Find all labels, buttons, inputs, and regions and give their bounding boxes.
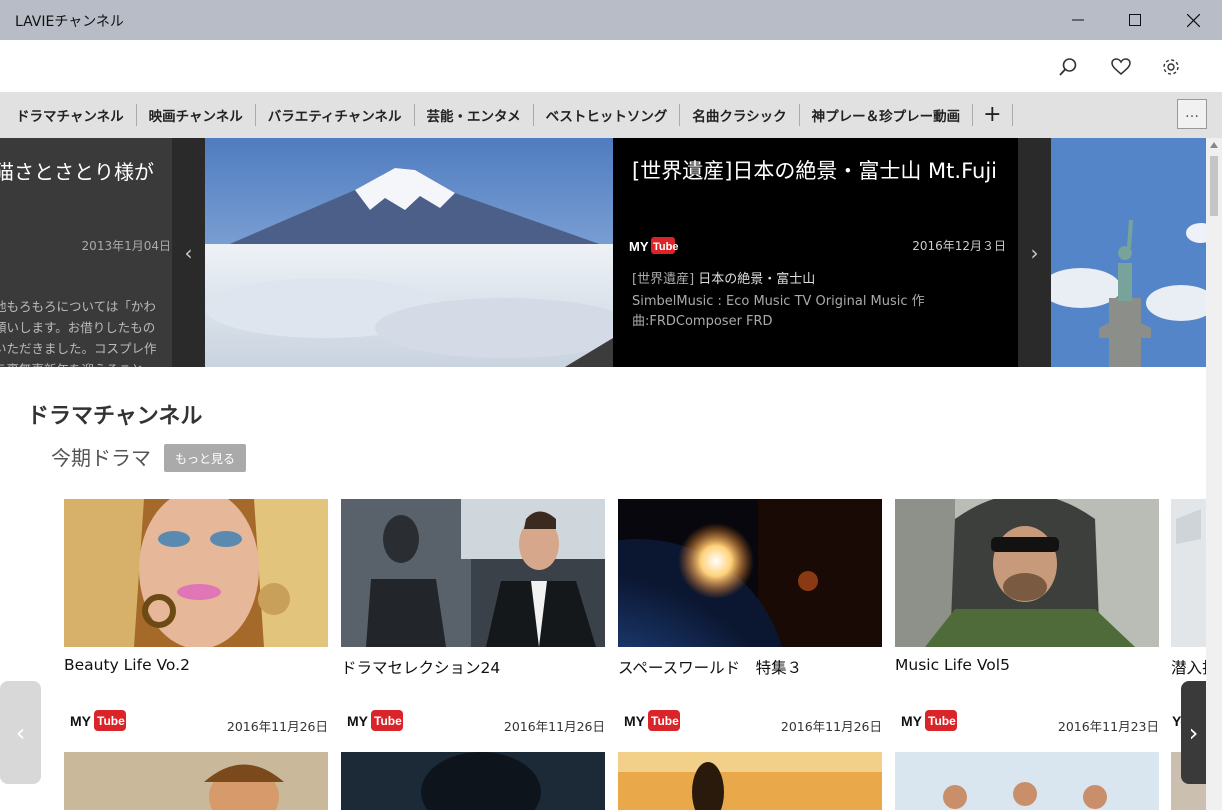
see-more-button[interactable]: もっと見る <box>164 444 246 472</box>
window-title: LAVIEチャンネル <box>15 14 124 30</box>
tab-drama[interactable]: ドラマチャンネル <box>4 105 136 125</box>
logo-text: MY <box>347 713 369 729</box>
tab-entertainment[interactable]: 芸能・エンタメ <box>415 105 533 125</box>
video-title: スペースワールド 特集３ <box>618 659 803 677</box>
featured-date: 2016年12月３日 <box>912 239 1006 253</box>
statue-of-liberty-image[interactable] <box>1051 138 1206 367</box>
add-tab-button[interactable]: + <box>973 104 1011 126</box>
logo-text: Tube <box>928 714 956 728</box>
logo-text: Tube <box>653 241 678 253</box>
mytube-logo: MY Tube <box>347 710 403 731</box>
carousel-item-title: 猫さとさとり様が <box>0 160 154 184</box>
featured-description: SimbelMusic : Eco Music TV Original Musi… <box>632 294 925 329</box>
tab-variety[interactable]: バラエティチャンネル <box>256 105 414 125</box>
logo-text: Tube <box>97 714 125 728</box>
scrollbar-thumb[interactable] <box>1210 156 1218 216</box>
logo-text: MY <box>629 239 649 254</box>
video-thumbnail[interactable] <box>64 752 328 810</box>
tab-row: ドラマチャンネル 映画チャンネル バラエティチャンネル 芸能・エンタメ ベストヒ… <box>4 92 1013 138</box>
mytube-logo: MY Tube <box>629 237 678 254</box>
chevron-right-icon: › <box>1030 240 1039 265</box>
video-date: 2016年11月23日 <box>1057 719 1159 734</box>
heart-icon <box>1111 58 1131 75</box>
mount-fuji-image[interactable] <box>205 138 613 367</box>
video-thumbnail[interactable] <box>341 752 605 810</box>
maximize-button[interactable] <box>1107 0 1163 40</box>
section-title: ドラマチャンネル <box>27 404 203 429</box>
row-prev-button[interactable]: ‹ <box>0 681 41 784</box>
description-line: ラ裏無事新年を迎えること- <box>0 359 174 367</box>
app-toolbar <box>0 40 1222 92</box>
row-next-button[interactable]: › <box>1181 681 1206 784</box>
mytube-logo: MY Tube <box>624 710 680 731</box>
carousel-prev-button[interactable]: ‹ <box>172 138 205 367</box>
chevron-left-icon: ‹ <box>184 240 193 265</box>
description-line: 他もろもろについては「かわ <box>0 299 156 314</box>
search-button[interactable] <box>1057 56 1079 78</box>
chevron-right-icon: › <box>1188 718 1199 747</box>
logo-text: MY <box>624 713 646 729</box>
logo-text: Tube <box>651 714 679 728</box>
video-thumbnail <box>1171 499 1206 647</box>
tab-classics[interactable]: 名曲クラシック <box>680 105 798 125</box>
logo-text: MY <box>901 713 923 729</box>
chevron-left-icon: ‹ <box>15 718 26 747</box>
video-thumbnail <box>341 499 605 647</box>
featured-video[interactable]: [世界遺産]日本の絶景・富士山 Mt.Fuji MY Tube 2016年12月… <box>613 138 1018 367</box>
video-card[interactable]: Beauty Life Vo.2 MY Tube 2016年11月26日 <box>64 499 328 739</box>
video-date: 2016年11月26日 <box>503 719 605 734</box>
scroll-up-icon[interactable] <box>1209 141 1219 149</box>
hero-carousel: 猫さとさとり様が 2013年1月04日 他もろもろについては「かわ 頼いします。… <box>0 138 1206 367</box>
description-line: 頼いします。お借りしたもの <box>0 320 156 335</box>
gear-icon <box>1163 59 1179 75</box>
search-icon <box>1059 58 1077 76</box>
featured-subtitle: [世界遺産] 日本の絶景・富士山 <box>632 270 952 290</box>
video-date: 2016年11月26日 <box>780 719 882 734</box>
vertical-scrollbar[interactable] <box>1206 138 1222 810</box>
subsection-title: 今期ドラマ <box>51 446 151 470</box>
settings-button[interactable] <box>1160 56 1182 78</box>
more-tabs-button[interactable]: … <box>1177 99 1207 129</box>
minimize-button[interactable] <box>1050 0 1106 40</box>
subtitle-name: 日本の絶景・富士山 <box>698 272 816 287</box>
subtitle-tag: [世界遺産] <box>632 272 695 287</box>
video-card[interactable]: スペースワールド 特集３ MY Tube 2016年11月26日 <box>618 499 882 739</box>
video-thumbnail[interactable] <box>895 752 1159 810</box>
tab-movie[interactable]: 映画チャンネル <box>137 105 255 125</box>
maximize-icon <box>1129 14 1141 26</box>
mytube-logo: MY Tube <box>901 710 957 731</box>
video-thumbnail <box>618 499 882 647</box>
favorite-button[interactable] <box>1110 56 1132 78</box>
close-button[interactable] <box>1165 0 1221 40</box>
tab-divider <box>1011 104 1013 126</box>
minimize-icon <box>1072 19 1084 21</box>
video-thumbnail[interactable] <box>618 752 882 810</box>
description-line: いただきました。コスプレ作 <box>0 341 157 356</box>
tab-best-hit-songs[interactable]: ベストヒットソング <box>534 105 680 125</box>
video-card[interactable]: ドラマセレクション24 MY Tube 2016年11月26日 <box>341 499 605 739</box>
video-card[interactable]: Music Life Vol5 MY Tube 2016年11月23日 <box>895 499 1159 739</box>
featured-title: [世界遺産]日本の絶景・富士山 Mt.Fuji <box>632 159 997 183</box>
video-title: Beauty Life Vo.2 <box>64 656 190 674</box>
video-title: 潜入打 <box>1171 659 1206 677</box>
tab-super-plays[interactable]: 神プレー＆珍プレー動画 <box>800 105 973 125</box>
channel-tabs: ドラマチャンネル 映画チャンネル バラエティチャンネル 芸能・エンタメ ベストヒ… <box>0 92 1222 138</box>
video-title: Music Life Vol5 <box>895 656 1010 674</box>
video-thumbnail <box>895 499 1159 647</box>
logo-text: MY <box>70 713 92 729</box>
video-thumbnail <box>64 499 328 647</box>
logo-text: Tube <box>374 714 402 728</box>
carousel-item-date: 2013年1月04日 <box>81 239 171 253</box>
carousel-next-button[interactable]: › <box>1018 138 1051 367</box>
mytube-logo: MY Tube <box>70 710 126 731</box>
carousel-item-description: 他もろもろについては「かわ 頼いします。お借りしたもの いただきました。コスプレ… <box>0 296 174 367</box>
close-icon <box>1186 13 1200 27</box>
video-date: 2016年11月26日 <box>226 719 328 734</box>
video-title: ドラマセレクション24 <box>341 659 501 677</box>
window-titlebar: LAVIEチャンネル <box>0 0 1222 40</box>
